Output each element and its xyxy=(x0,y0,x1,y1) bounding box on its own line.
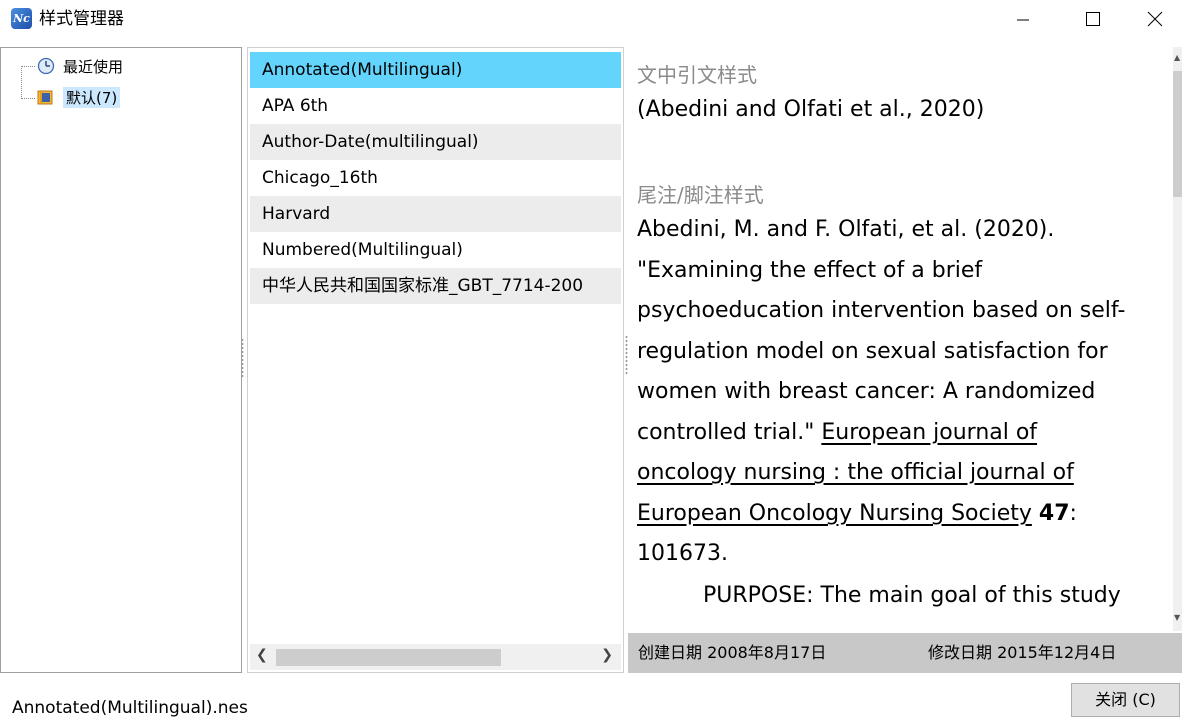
close-window-button[interactable] xyxy=(1128,0,1182,38)
style-list-item[interactable]: Author-Date(multilingual) xyxy=(250,124,621,160)
maximize-icon xyxy=(1086,12,1100,26)
maximize-button[interactable] xyxy=(1058,0,1128,38)
preview-content: 文中引文样式 (Abedini and Olfati et al., 2020)… xyxy=(637,47,1153,631)
vertical-scrollbar[interactable]: ▲ ▼ xyxy=(1173,47,1182,631)
reference-line: European Oncology Nursing Society 47: xyxy=(637,499,1077,529)
journal-title: European Oncology Nursing Society xyxy=(637,501,1032,526)
nc-app-icon: Nc xyxy=(11,8,32,29)
reference-text: controlled trial." xyxy=(637,420,822,445)
date-info-bar: 创建日期 2008年8月17日 修改日期 2015年12月4日 xyxy=(628,633,1182,673)
style-list-item[interactable]: Annotated(Multilingual) xyxy=(250,52,621,88)
reference-line: Abedini, M. and F. Olfati, et al. (2020)… xyxy=(637,217,1055,242)
horizontal-scrollbar[interactable]: ❮ ❯ xyxy=(250,644,621,670)
scrollbar-thumb[interactable] xyxy=(1173,71,1182,197)
reference-line: "Examining the effect of a brief xyxy=(637,258,983,283)
journal-title: European journal of xyxy=(821,420,1038,445)
title-bar: Nc 样式管理器 xyxy=(0,0,1182,38)
reference-line: controlled trial." European journal of xyxy=(637,418,1037,448)
close-button[interactable]: 关闭 (C) xyxy=(1071,683,1180,717)
status-filename: Annotated(Multilingual).nes xyxy=(12,698,248,718)
style-list-item[interactable]: 中华人民共和国国家标准_GBT_7714-200 xyxy=(250,268,621,304)
scroll-down-icon[interactable]: ▼ xyxy=(1174,613,1180,622)
tree-connector xyxy=(21,66,22,99)
intext-heading: 文中引文样式 xyxy=(637,63,757,87)
reference-line: women with breast cancer: A randomized xyxy=(637,379,1096,404)
reference-text: : xyxy=(1069,501,1077,526)
style-list[interactable]: Annotated(Multilingual) APA 6th Author-D… xyxy=(247,47,624,673)
tree-connector xyxy=(21,66,35,67)
scroll-right-icon[interactable]: ❯ xyxy=(601,647,613,663)
style-list-item[interactable]: Numbered(Multilingual) xyxy=(250,232,621,268)
abstract-line: PURPOSE: The main goal of this study xyxy=(703,583,1121,608)
reference-line: psychoeducation intervention based on se… xyxy=(637,298,1126,323)
reference-line: regulation model on sexual satisfaction … xyxy=(637,339,1108,364)
folder-book-icon xyxy=(37,88,55,106)
volume-number: 47 xyxy=(1038,501,1070,526)
scrollbar-thumb[interactable] xyxy=(276,649,501,666)
style-list-item[interactable]: Harvard xyxy=(250,196,621,232)
tree-item-label: 默认(7) xyxy=(63,86,121,108)
scroll-left-icon[interactable]: ❮ xyxy=(256,647,268,663)
tree-item-default[interactable]: 默认(7) xyxy=(37,86,121,108)
minimize-button[interactable] xyxy=(988,0,1058,38)
window-title: 样式管理器 xyxy=(39,9,124,29)
scroll-up-icon[interactable]: ▲ xyxy=(1174,53,1180,62)
splitter-handle[interactable] xyxy=(241,338,244,378)
tree-item-label: 最近使用 xyxy=(63,57,124,76)
intext-citation: (Abedini and Olfati et al., 2020) xyxy=(637,97,985,122)
category-tree[interactable]: 最近使用 默认(7) xyxy=(0,47,242,673)
modified-date: 修改日期 2015年12月4日 xyxy=(928,643,1117,662)
clock-icon xyxy=(37,57,55,75)
tree-connector xyxy=(21,98,35,99)
reference-line: 101673. xyxy=(637,541,728,566)
close-icon xyxy=(1147,11,1163,27)
journal-title: oncology nursing : the official journal … xyxy=(637,460,1074,485)
style-list-item[interactable]: Chicago_16th xyxy=(250,160,621,196)
note-heading: 尾注/脚注样式 xyxy=(637,183,764,207)
minimize-icon xyxy=(1017,19,1029,21)
reference-text xyxy=(1032,501,1039,526)
style-list-item[interactable]: APA 6th xyxy=(250,88,621,124)
created-date: 创建日期 2008年8月17日 xyxy=(638,643,827,662)
tree-item-recent[interactable]: 最近使用 xyxy=(37,55,123,77)
style-preview: 文中引文样式 (Abedini and Olfati et al., 2020)… xyxy=(628,47,1182,673)
